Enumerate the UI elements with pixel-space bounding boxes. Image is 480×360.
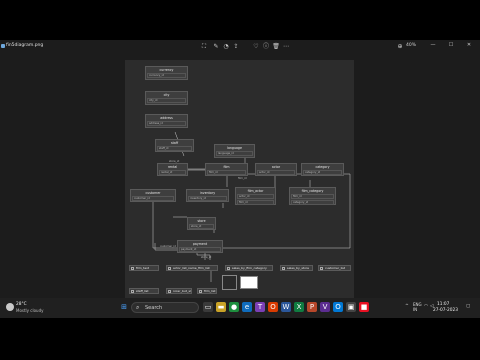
app-icon-red[interactable]: ■: [359, 302, 369, 312]
thumbnail-light[interactable]: [240, 276, 258, 289]
title-bar: fin5diagram.png ⛶ ✎ ◔ ⇪ ♡ ⓘ 🗑 ⋯ ⊕ 40% — …: [0, 40, 480, 54]
language-indicator[interactable]: ENG IN: [413, 302, 422, 312]
more-icon[interactable]: ⋯: [282, 43, 290, 51]
favorite-icon[interactable]: ♡: [252, 43, 260, 51]
view-customer-list: customer_list: [318, 265, 351, 271]
table-node-staff: staff staff_id: [155, 139, 194, 152]
table-node-rental: rental rental_id: [157, 163, 188, 176]
search-icon: ⌕: [136, 304, 140, 311]
view-nicer-but-slower-film-list: nicer_but_slower_film_list: [166, 288, 192, 294]
thumbnail-dark[interactable]: [222, 275, 237, 290]
edit-icon[interactable]: ✎: [212, 43, 220, 51]
diagram-image: store_id store_id language_id film_id ac…: [125, 60, 354, 298]
table-node-store: store store_id: [187, 217, 216, 230]
view-sales-by-store: sales_by_store: [280, 265, 313, 271]
minimize-button[interactable]: —: [428, 42, 438, 48]
view-film-text: film_text: [129, 265, 159, 271]
table-node-inventory: inventory inventory_id: [186, 189, 229, 202]
zoom-icon[interactable]: ⊕: [396, 43, 404, 51]
table-node-city: city city_id: [145, 91, 188, 105]
vs-icon[interactable]: V: [320, 302, 330, 312]
powerpoint-icon[interactable]: P: [307, 302, 317, 312]
table-node-film-category: film_category film_id category_id: [289, 187, 336, 205]
table-node-actor: actor actor_id: [255, 163, 297, 176]
word-icon[interactable]: W: [281, 302, 291, 312]
edge-icon[interactable]: e: [242, 302, 252, 312]
office-icon[interactable]: O: [268, 302, 278, 312]
view-actor-list-name-film-list: actor_list_name_film_list: [166, 265, 218, 271]
view-staff-list: staff_list: [129, 288, 159, 294]
view-sales-by-film-category: sales_by_film_category: [225, 265, 273, 271]
photos-app-icon: [1, 44, 5, 48]
table-node-payment: payment payment_id: [177, 240, 223, 253]
info-icon[interactable]: ⓘ: [262, 43, 270, 51]
delete-icon[interactable]: 🗑: [272, 43, 280, 51]
start-icon[interactable]: ⊞: [119, 302, 129, 312]
file-explorer-icon[interactable]: ▬: [216, 302, 226, 312]
task-view-icon[interactable]: ▭: [203, 302, 213, 312]
photos-taskbar-icon[interactable]: ▣: [346, 302, 356, 312]
view-film-list: film_list: [197, 288, 217, 294]
table-node-category: category category_id: [301, 163, 344, 176]
table-node-language: language language_id: [214, 144, 255, 158]
table-node-film: film film_id: [205, 163, 248, 176]
table-node-film-actor: film_actor actor_id film_id: [235, 187, 276, 205]
window-title: fin5diagram.png: [6, 43, 44, 48]
chevron-up-icon[interactable]: ^: [405, 304, 409, 309]
wifi-icon[interactable]: ◠: [424, 304, 428, 309]
outlook-icon[interactable]: O: [333, 302, 343, 312]
edge-label: film_id: [238, 177, 247, 180]
edge-label: customer_id: [160, 245, 176, 248]
table-node-currency: currency currency_id: [145, 66, 188, 80]
zoom-level: 40%: [406, 43, 417, 48]
crop-icon[interactable]: ⛶: [200, 43, 208, 51]
table-node-address: address address_id: [145, 114, 188, 128]
excel-icon[interactable]: X: [294, 302, 304, 312]
chrome-icon[interactable]: ●: [229, 302, 239, 312]
search-box[interactable]: ⌕ Search: [131, 302, 199, 313]
teams-icon[interactable]: T: [255, 302, 265, 312]
cloud-icon: [6, 303, 14, 311]
close-button[interactable]: ✕: [464, 42, 474, 48]
maximize-button[interactable]: ☐: [446, 42, 456, 48]
filter-icon[interactable]: ◔: [222, 43, 230, 51]
share-icon[interactable]: ⇪: [232, 43, 240, 51]
taskbar: 28°C Mostly cloudy ⊞ ⌕ Search ▭ ▬ ● e T …: [0, 298, 480, 318]
table-node-customer: customer customer_id: [130, 189, 176, 202]
edge-label: store_id: [201, 256, 212, 259]
notification-icon[interactable]: ▢: [466, 304, 470, 309]
photos-app-window: fin5diagram.png ⛶ ✎ ◔ ⇪ ♡ ⓘ 🗑 ⋯ ⊕ 40% — …: [0, 40, 480, 298]
screen: fin5diagram.png ⛶ ✎ ◔ ⇪ ♡ ⓘ 🗑 ⋯ ⊕ 40% — …: [0, 0, 480, 360]
